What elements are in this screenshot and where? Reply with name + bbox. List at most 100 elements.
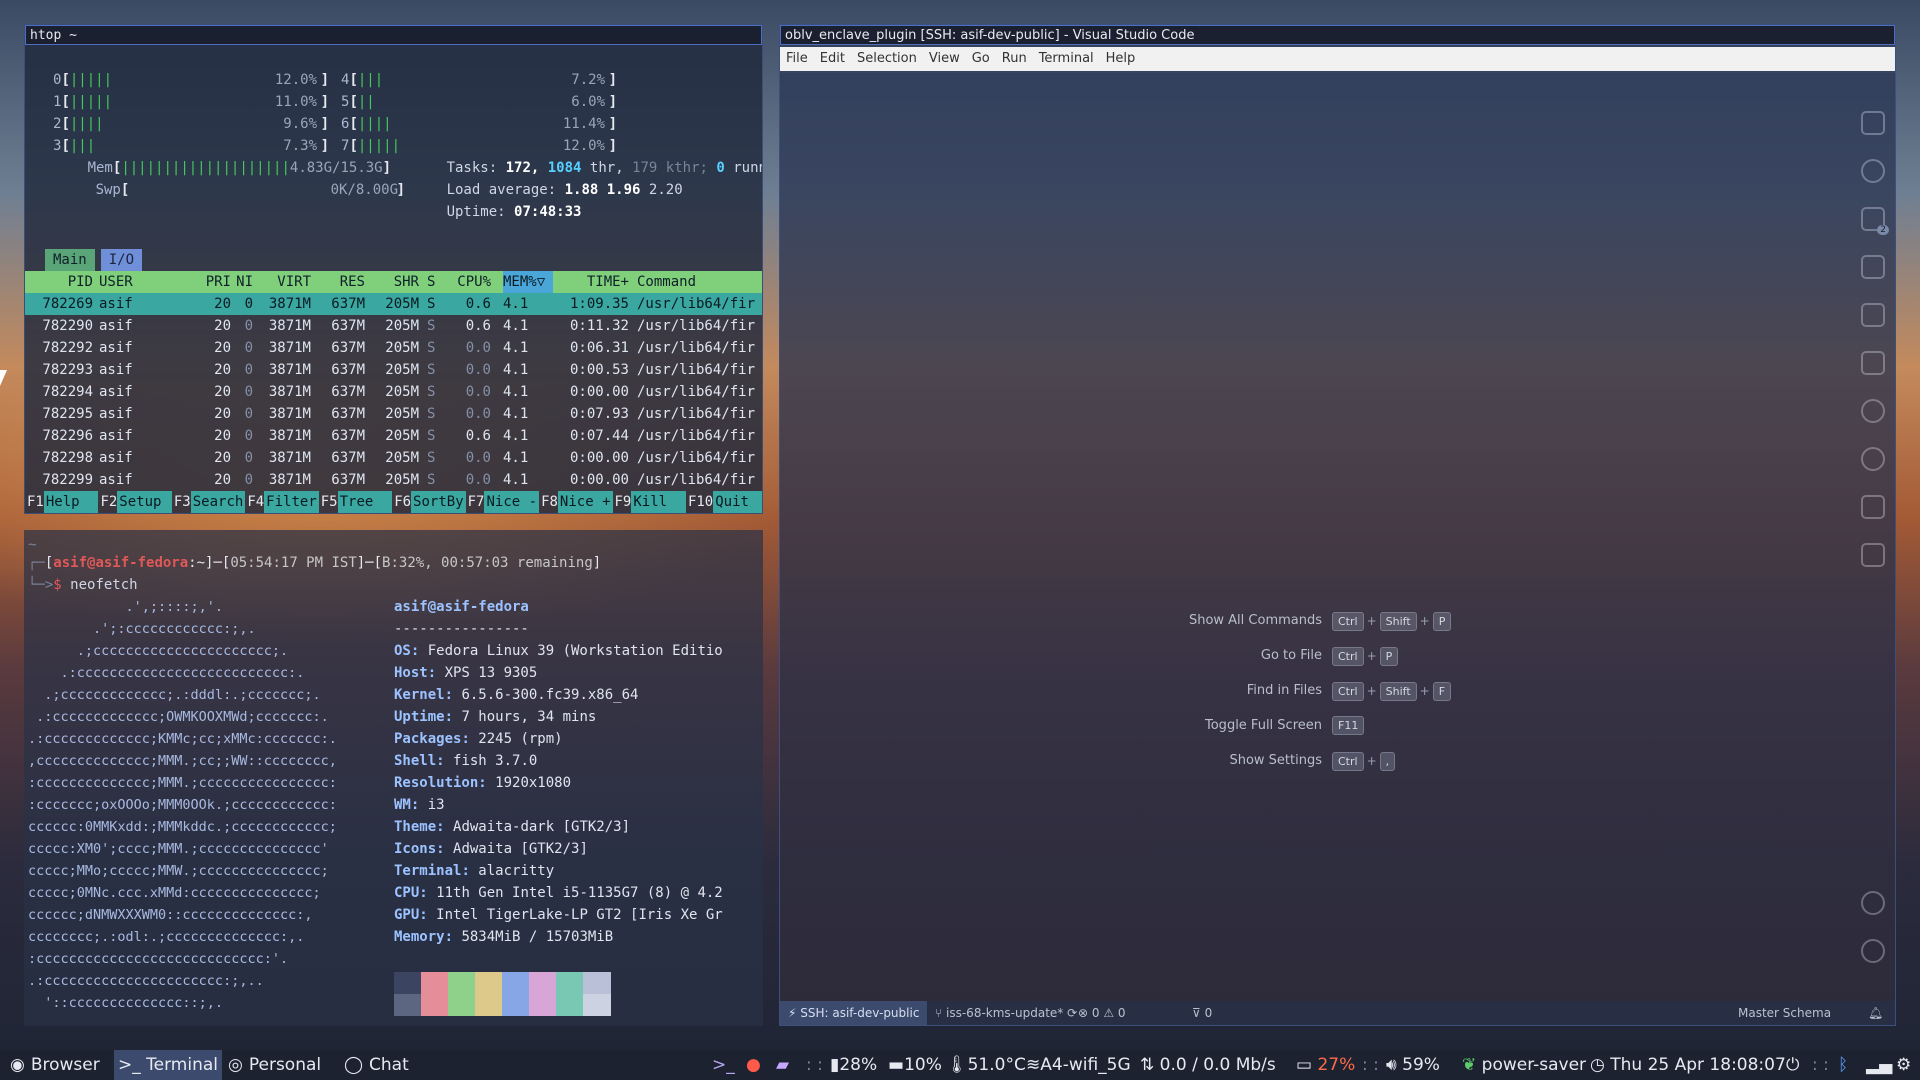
menu-help[interactable]: Help bbox=[1100, 47, 1142, 71]
fkey-f10[interactable]: F10 bbox=[686, 491, 713, 513]
htop-window[interactable]: htop ~ 0[||||| 12.0%] 1[||||| 11.0%] 2[|||| 9… bbox=[24, 24, 763, 514]
menu-selection[interactable]: Selection bbox=[851, 47, 923, 71]
column-header-mem[interactable]: MEM%▽ bbox=[503, 271, 553, 293]
workspace-personal[interactable]: ◎ Personal bbox=[228, 1050, 321, 1080]
shortcut-go-to-file[interactable]: Go to File Ctrl + P bbox=[780, 645, 1895, 667]
column-header-pid[interactable]: PID bbox=[33, 271, 93, 293]
bluetooth-icon[interactable]: ᛒ bbox=[1838, 1050, 1848, 1080]
ports-indicator[interactable]: ⊽ 0 bbox=[1192, 1001, 1212, 1025]
cell-res: 637M bbox=[331, 340, 365, 356]
cell-mem: 4.1 bbox=[503, 318, 529, 334]
table-row[interactable]: 782293 asif 20 0 3871M 637M 205M S 0.0 4.1 0:00.53… bbox=[25, 359, 762, 381]
branch-indicator[interactable]: ⑂ iss-68-kms-update* ⟳ bbox=[935, 1001, 1077, 1025]
fkey-f6[interactable]: F6 bbox=[392, 491, 411, 513]
fkey-f2[interactable]: F2 bbox=[98, 491, 117, 513]
key-cap: Ctrl bbox=[1332, 647, 1364, 666]
info-value: Fedora Linux 39 (Workstation Editio bbox=[427, 643, 723, 659]
column-header-user[interactable]: USER bbox=[99, 271, 179, 293]
workspace-browser[interactable]: ◉ Browser bbox=[10, 1050, 100, 1080]
tab-main[interactable]: Main bbox=[45, 249, 95, 271]
key-cap: Ctrl bbox=[1332, 612, 1364, 631]
table-row[interactable]: 782269 asif 20 0 3871M 637M 205M S 0.6 4.1 1:09.35… bbox=[25, 293, 762, 315]
table-row[interactable]: 782296 asif 20 0 3871M 637M 205M S 0.6 4.1 0:07.44… bbox=[25, 425, 762, 447]
shortcut-show-all-commands[interactable]: Show All Commands Ctrl + Shift + P bbox=[780, 610, 1895, 632]
power-icon[interactable]: ⏻ bbox=[1786, 1050, 1799, 1080]
info-shell: Shell: fish 3.7.0 bbox=[394, 750, 537, 772]
palette-swatch bbox=[448, 972, 476, 994]
shortcut-toggle-full-screen[interactable]: Toggle Full Screen F11 bbox=[780, 715, 1895, 737]
column-header-shr[interactable]: SHR bbox=[369, 271, 419, 293]
folder-tray-icon[interactable]: ▰ bbox=[776, 1050, 789, 1080]
database-icon[interactable] bbox=[1861, 495, 1885, 519]
column-header-cmd[interactable]: Command bbox=[637, 271, 761, 293]
table-row[interactable]: 782294 asif 20 0 3871M 637M 205M S 0.0 4.1 0:00.00… bbox=[25, 381, 762, 403]
table-row[interactable]: 782295 asif 20 0 3871M 637M 205M S 0.0 4.1 0:07.93… bbox=[25, 403, 762, 425]
workspace-terminal[interactable]: >_ Terminal bbox=[114, 1050, 222, 1080]
logo-line: ccccc;MMo;ccccc;MMW.;ccccccccccccccc; bbox=[28, 863, 329, 879]
settings-icon[interactable]: ⚙ bbox=[1896, 1050, 1911, 1080]
menu-run[interactable]: Run bbox=[996, 47, 1033, 71]
tab-io[interactable]: I/O bbox=[100, 249, 143, 271]
shortcut-label: Show All Commands bbox=[1188, 613, 1322, 628]
remote-explorer-icon[interactable] bbox=[1861, 351, 1885, 375]
workspace-chat[interactable]: ◯ Chat bbox=[344, 1050, 409, 1080]
command-line[interactable]: └─>$ neofetch bbox=[28, 574, 138, 596]
chat-panel-icon[interactable] bbox=[1861, 543, 1885, 567]
cell-cpu: 0.6 bbox=[465, 318, 491, 334]
problems-indicator[interactable]: ⊗ 0 ⚠ 0 bbox=[1078, 1001, 1126, 1025]
source-control-icon[interactable]: 2 bbox=[1861, 207, 1889, 235]
cell-pri: 20 bbox=[214, 472, 231, 488]
info-sep: : bbox=[444, 709, 462, 725]
wifi-status[interactable]: ≋A4-wifi_5G bbox=[1026, 1050, 1131, 1080]
power-profile[interactable]: ❦ power-saver bbox=[1462, 1050, 1586, 1080]
accounts-icon[interactable] bbox=[1861, 891, 1885, 915]
search-icon[interactable] bbox=[1861, 159, 1885, 183]
fkey-f5[interactable]: F5 bbox=[319, 491, 338, 513]
menu-edit[interactable]: Edit bbox=[814, 47, 851, 71]
schema-indicator[interactable]: Master Schema bbox=[1738, 1001, 1831, 1025]
fkey-f8[interactable]: F8 bbox=[539, 491, 558, 513]
vscode-window[interactable]: oblv_enclave_plugin [SSH: asif-dev-publi… bbox=[779, 24, 1896, 1026]
sync-icon: ⟳ bbox=[1067, 1006, 1078, 1020]
explorer-icon[interactable] bbox=[1861, 111, 1885, 135]
column-header-ni[interactable]: NI bbox=[231, 271, 253, 293]
fkey-f1[interactable]: F1 bbox=[25, 491, 44, 513]
remote-indicator[interactable]: ⚡ SSH: asif-dev-public bbox=[780, 1001, 928, 1025]
terminal-tray-icon[interactable]: >_ bbox=[712, 1050, 735, 1080]
info-wm: WM: i3 bbox=[394, 794, 445, 816]
column-header-time[interactable]: TIME+ bbox=[561, 271, 629, 293]
firefox-tray-icon[interactable]: ● bbox=[746, 1050, 761, 1080]
column-header-virt[interactable]: VIRT bbox=[257, 271, 311, 293]
menu-view[interactable]: View bbox=[923, 47, 966, 71]
run-debug-icon[interactable] bbox=[1861, 255, 1885, 279]
table-row[interactable]: 782292 asif 20 0 3871M 637M 205M S 0.0 4.1 0:06.31… bbox=[25, 337, 762, 359]
table-row[interactable]: 782299 asif 20 0 3871M 637M 205M S 0.0 4.1 0:00.00… bbox=[25, 469, 762, 491]
fkey-f7[interactable]: F7 bbox=[466, 491, 485, 513]
palette-swatch bbox=[394, 972, 422, 994]
cpu-meter-1: 1[||||| 11.0%] bbox=[53, 91, 329, 113]
docker-icon[interactable] bbox=[1861, 447, 1885, 471]
settings-gear-icon[interactable] bbox=[1861, 939, 1885, 963]
fkey-f3[interactable]: F3 bbox=[172, 491, 191, 513]
shortcut-find-in-files[interactable]: Find in Files Ctrl + Shift + F bbox=[780, 680, 1895, 702]
menu-file[interactable]: File bbox=[780, 47, 814, 71]
table-row[interactable]: 782298 asif 20 0 3871M 637M 205M S 0.0 4.1 0:00.00… bbox=[25, 447, 762, 469]
process-table-header[interactable]: PID USER PRI NI VIRT RES SHR S CPU% MEM%▽ TIME+ Com… bbox=[25, 271, 762, 293]
column-header-s[interactable]: S bbox=[427, 271, 441, 293]
timeline-icon[interactable] bbox=[1861, 399, 1885, 423]
menu-go[interactable]: Go bbox=[966, 47, 996, 71]
shortcut-show-settings[interactable]: Show Settings Ctrl +, bbox=[780, 750, 1895, 772]
menu-terminal[interactable]: Terminal bbox=[1033, 47, 1100, 71]
column-header-cpu[interactable]: CPU% bbox=[443, 271, 491, 293]
column-header-pri[interactable]: PRI bbox=[195, 271, 231, 293]
notifications-icon[interactable]: 🔔︎ bbox=[1868, 1001, 1883, 1025]
column-header-res[interactable]: RES bbox=[315, 271, 365, 293]
fkey-f9[interactable]: F9 bbox=[613, 491, 632, 513]
table-row[interactable]: 782290 asif 20 0 3871M 637M 205M S 0.6 4.1 0:11.32… bbox=[25, 315, 762, 337]
editor-area[interactable]: Show All Commands Ctrl + Shift + P Go to File C… bbox=[780, 73, 1895, 1001]
signal-icon[interactable]: ▂▄ bbox=[1866, 1050, 1892, 1080]
volume-status[interactable]: 🔊︎ 59% bbox=[1386, 1050, 1440, 1080]
extensions-icon[interactable] bbox=[1861, 303, 1885, 327]
fkey-f4[interactable]: F4 bbox=[245, 491, 264, 513]
terminal-window[interactable]: ~ ┌─[asif@asif-fedora:~]─[05:54:17 PM IS… bbox=[24, 530, 763, 1026]
